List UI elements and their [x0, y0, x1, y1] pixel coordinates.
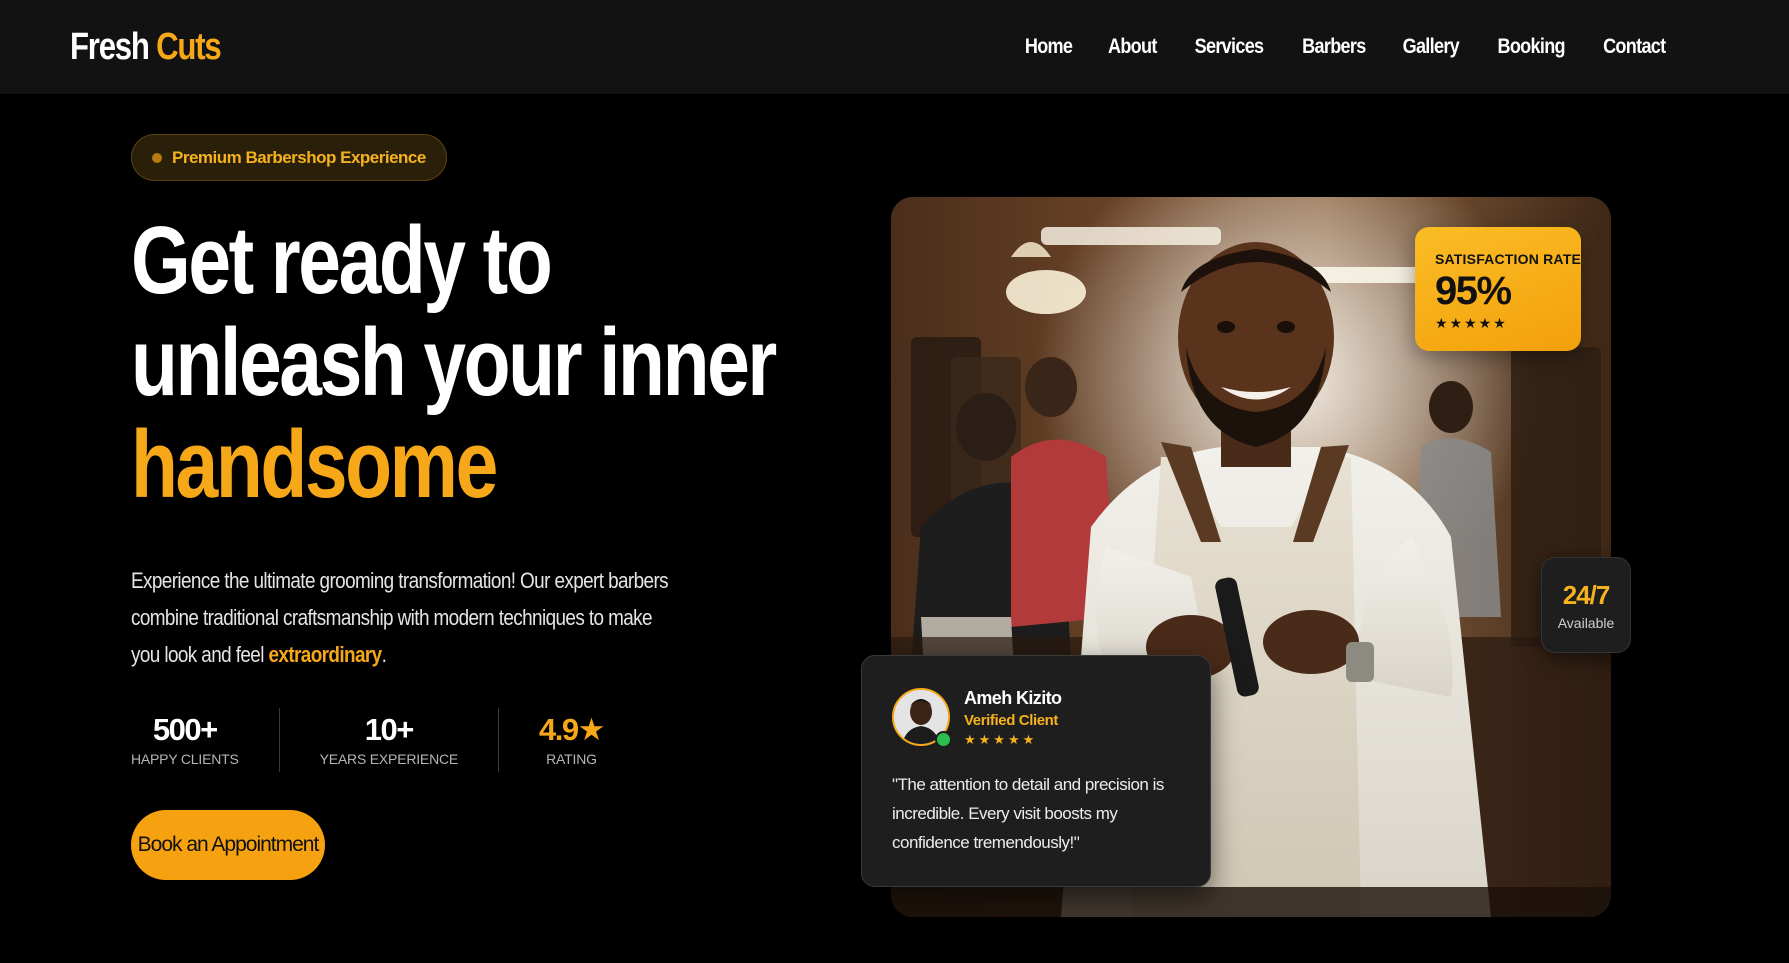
satisfaction-rate-card: SATISFACTION RATE 95% ★★★★★: [1415, 227, 1581, 351]
reviewer-name: Ameh Kizito: [964, 688, 1062, 708]
online-status-icon: [935, 731, 952, 748]
nav-link-about[interactable]: About: [1108, 35, 1157, 59]
nav-link-home[interactable]: Home: [1025, 35, 1073, 59]
badge-dot-icon: [152, 152, 162, 163]
description-main: Experience the ultimate grooming transfo…: [131, 568, 669, 667]
headline-line-3: handsome: [131, 411, 498, 518]
headline-line-1: Get ready to: [131, 207, 553, 314]
stat-label: Happy Clients: [131, 751, 239, 767]
testimonial-text: "The attention to detail and precision i…: [892, 775, 1164, 852]
nav-link-contact[interactable]: Contact: [1604, 35, 1667, 59]
headline-line-2: unleash your inner: [131, 309, 777, 416]
hero-headline: Get ready to unleash your inner handsome: [131, 207, 777, 518]
stat-label: Years Experience: [319, 751, 459, 767]
nav-links: Home About Services Barbers Gallery Book…: [993, 35, 1671, 59]
availability-card: 24/7 Available: [1541, 557, 1631, 653]
stat-value: 10+: [364, 712, 415, 747]
stat-happy-clients: 500+ Happy Clients: [131, 708, 279, 772]
brand-name-part-2: Cuts: [156, 25, 222, 68]
reviewer-stars-icon: ★★★★★: [964, 732, 1038, 747]
description-end: .: [381, 642, 387, 667]
stat-value: 4.9★: [539, 712, 605, 747]
stat-rating: 4.9★ Rating: [498, 708, 644, 772]
satisfaction-stars-icon: ★★★★★: [1435, 315, 1508, 331]
description-highlight: extraordinary: [268, 642, 382, 667]
brand-name-part-1: Fresh: [70, 25, 150, 68]
nav-link-booking[interactable]: Booking: [1498, 35, 1566, 59]
nav-link-services[interactable]: Services: [1194, 35, 1264, 59]
hero-badge-text: Premium Barbershop Experience: [172, 147, 426, 167]
stat-label: Rating: [546, 751, 597, 767]
stat-years-experience: 10+ Years Experience: [278, 708, 498, 772]
reviewer-avatar-wrap: [892, 688, 952, 748]
nav-link-barbers[interactable]: Barbers: [1302, 35, 1366, 59]
brand-logo[interactable]: Fresh Cuts: [70, 25, 222, 69]
hero-badge: Premium Barbershop Experience: [131, 134, 447, 181]
reviewer-role: Verified Client: [964, 712, 1059, 729]
hero-description: Experience the ultimate grooming transfo…: [131, 562, 681, 673]
book-appointment-button[interactable]: Book an Appointment: [131, 810, 325, 880]
satisfaction-value: 95%: [1435, 269, 1512, 313]
navbar: Fresh Cuts Home About Services Barbers G…: [0, 0, 1789, 94]
hero-stats: 500+ Happy Clients 10+ Years Experience …: [131, 708, 644, 772]
satisfaction-label: SATISFACTION RATE: [1435, 251, 1581, 267]
reviewer-info: Ameh Kizito Verified Client ★★★★★: [964, 688, 1062, 748]
availability-value: 24/7: [1562, 579, 1611, 610]
availability-label: Available: [1557, 614, 1615, 631]
testimonial-header: Ameh Kizito Verified Client ★★★★★: [892, 688, 1180, 748]
stat-value: 500+: [152, 712, 218, 747]
nav-link-gallery[interactable]: Gallery: [1403, 35, 1460, 59]
testimonial-card: Ameh Kizito Verified Client ★★★★★ "The a…: [861, 655, 1211, 887]
